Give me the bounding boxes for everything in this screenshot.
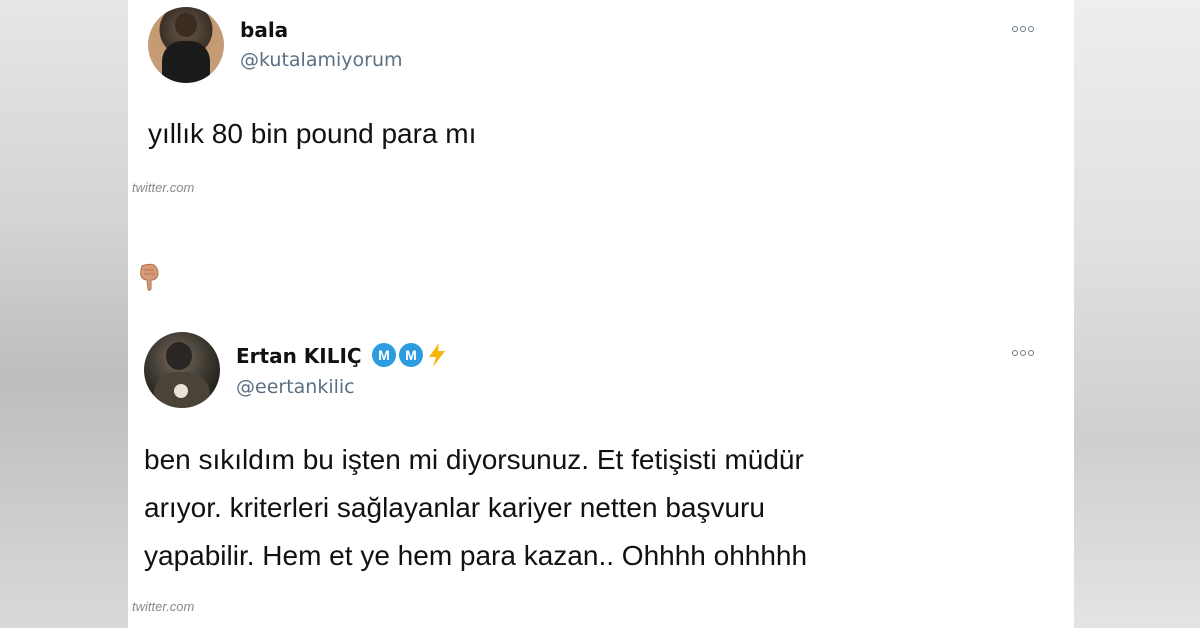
avatar-head	[175, 13, 197, 37]
author-name[interactable]: Ertan KILIÇ	[236, 344, 362, 368]
tweet-text: yıllık 80 bin pound para mı	[148, 118, 477, 149]
dot	[1020, 26, 1026, 32]
pointing-down-emoji-icon	[140, 263, 159, 291]
avatar-head	[166, 342, 192, 370]
tweet-1[interactable]: bala @kutalamiyorum yıllık 80 bin pound …	[128, 0, 1074, 210]
source-label: twitter.com	[132, 180, 195, 195]
author-handle[interactable]: @kutalamiyorum	[240, 49, 403, 71]
avatar-detail	[174, 384, 188, 398]
avatar[interactable]	[144, 332, 220, 408]
tweet-text-line: arıyor. kriterleri sağlayanlar kariyer n…	[144, 492, 765, 523]
dot	[1012, 350, 1018, 356]
avatar[interactable]	[148, 7, 224, 83]
source-label: twitter.com	[132, 599, 195, 614]
metro-badge-icon: M	[399, 343, 423, 367]
more-options-icon[interactable]	[1012, 26, 1034, 32]
dot	[1012, 26, 1018, 32]
name-badges: M M	[372, 342, 448, 368]
tweet-text-line: yapabilir. Hem et ye hem para kazan.. Oh…	[144, 540, 808, 571]
dot	[1028, 350, 1034, 356]
tweets-card: bala @kutalamiyorum yıllık 80 bin pound …	[128, 0, 1074, 628]
tweet-text: ben sıkıldım bu işten mi diyorsunuz. Et …	[144, 436, 1024, 580]
avatar-body	[162, 41, 210, 83]
lightning-bolt-icon	[429, 343, 445, 367]
dot	[1020, 350, 1026, 356]
metro-badge-icon: M	[372, 343, 396, 367]
dot	[1028, 26, 1034, 32]
background-left	[0, 0, 128, 628]
background-right	[1074, 0, 1200, 628]
tweet-2[interactable]: Ertan KILIÇ M M @eertankilic ben sıkıldı…	[128, 322, 1074, 628]
tweet-text-line: ben sıkıldım bu işten mi diyorsunuz. Et …	[144, 444, 804, 475]
more-options-icon[interactable]	[1012, 350, 1034, 356]
author-handle[interactable]: @eertankilic	[236, 376, 355, 398]
author-name[interactable]: bala	[240, 18, 288, 42]
